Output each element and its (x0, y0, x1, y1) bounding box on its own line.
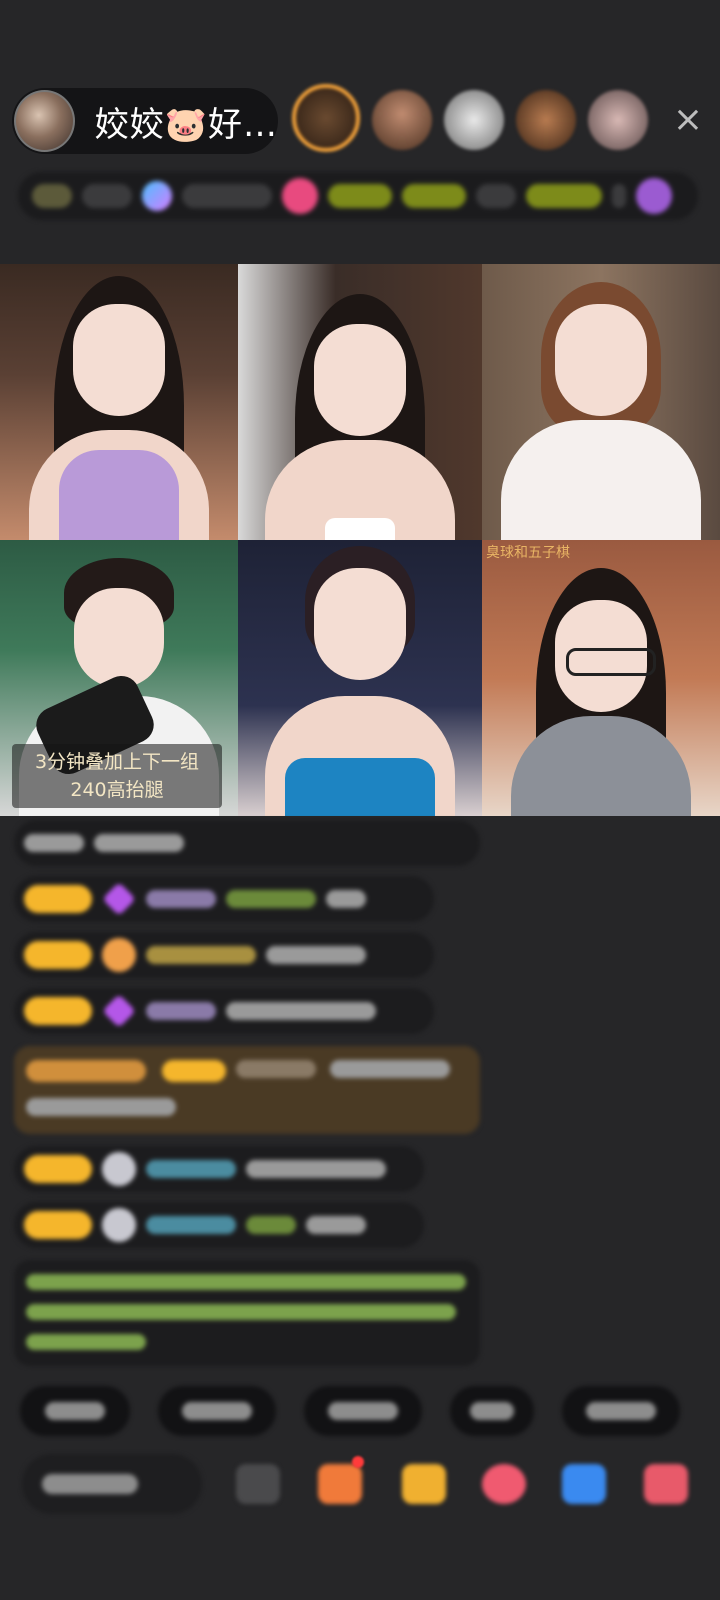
red-heart-icon[interactable] (482, 1464, 526, 1504)
viewer-avatar[interactable] (372, 90, 432, 150)
gift-box-icon[interactable] (318, 1464, 362, 1504)
quick-reply-chip[interactable] (20, 1386, 130, 1436)
keyboard-icon[interactable] (236, 1464, 280, 1504)
stream-caption: 3分钟叠加上下一组 240高抬腿 (12, 744, 222, 808)
chat-message (14, 932, 434, 978)
lucky-bag-icon[interactable] (402, 1464, 446, 1504)
chat-message (14, 988, 434, 1034)
quick-reply-row (20, 1386, 680, 1436)
host-avatar[interactable] (14, 90, 75, 152)
viewer-avatar[interactable] (588, 90, 648, 150)
close-icon[interactable]: × (668, 100, 708, 140)
stream-tile-3[interactable] (482, 264, 720, 540)
caption-line-2: 240高抬腿 (70, 779, 164, 801)
chat-message-system (14, 1260, 480, 1366)
stream-tile-5[interactable] (238, 540, 482, 816)
notification-dot (352, 1456, 364, 1468)
stream-tile-6[interactable]: 臭球和五子棋 (482, 540, 720, 816)
multi-stream-grid: 3分钟叠加上下一组 240高抬腿 臭球和五子棋 (0, 264, 720, 816)
viewer-avatar[interactable] (444, 90, 504, 150)
viewer-avatar[interactable] (516, 90, 576, 150)
ranking-badge-bar[interactable] (18, 172, 698, 220)
chat-input-button[interactable] (22, 1454, 202, 1514)
quick-reply-chip[interactable] (158, 1386, 276, 1436)
quick-reply-chip[interactable] (450, 1386, 534, 1436)
caption-line-1: 3分钟叠加上下一组 (34, 751, 200, 773)
stream-tile-2[interactable] (238, 264, 482, 540)
game-icon[interactable] (562, 1464, 606, 1504)
chat-message (14, 1202, 424, 1248)
top-viewers-row (292, 84, 660, 152)
quick-reply-chip[interactable] (562, 1386, 680, 1436)
more-icon[interactable] (644, 1464, 688, 1504)
viewer-avatar[interactable] (292, 84, 360, 152)
host-name: 姣姣🐷好… (94, 104, 278, 145)
stream-tile-4[interactable]: 3分钟叠加上下一组 240高抬腿 (0, 540, 238, 816)
stream-tag: 臭球和五子棋 (486, 545, 570, 561)
bottom-toolbar (22, 1454, 720, 1524)
host-info-pill[interactable]: 姣姣🐷好… (12, 88, 278, 154)
chat-message (14, 820, 480, 866)
chat-message (14, 1146, 424, 1192)
glasses-icon (566, 648, 656, 676)
stream-tile-1[interactable] (0, 264, 238, 540)
quick-reply-chip[interactable] (304, 1386, 422, 1436)
chat-message-highlight (14, 1046, 480, 1134)
chat-message (14, 876, 434, 922)
